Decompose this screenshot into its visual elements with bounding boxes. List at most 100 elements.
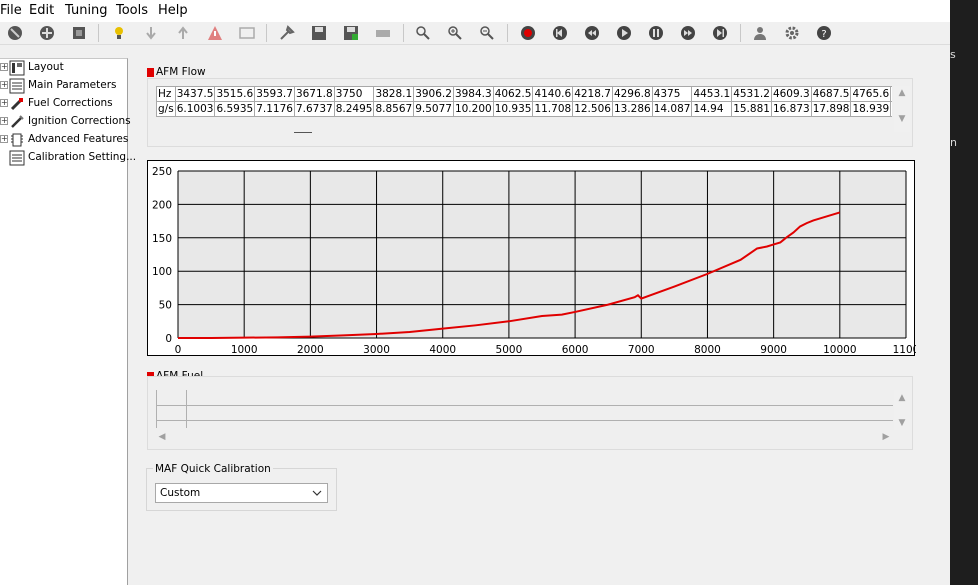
table-cell-hz[interactable]: 4296.8 [611, 86, 653, 102]
table-cell-gs[interactable]: 16.873 [770, 101, 812, 117]
expand-icon[interactable]: + [0, 99, 8, 107]
rewind-icon[interactable] [584, 25, 600, 41]
afm-fuel-table[interactable] [156, 390, 893, 428]
arrow-up-icon[interactable] [175, 25, 191, 41]
scroll-down-icon[interactable]: ▼ [896, 418, 908, 428]
bulb-icon[interactable] [111, 25, 127, 41]
table-cell-gs[interactable]: 6.1003 [174, 101, 216, 117]
sidebar-item-label: Main Parameters [28, 79, 117, 91]
device-icon[interactable] [375, 25, 391, 41]
zoom-icon[interactable] [415, 25, 431, 41]
table-cell-hz[interactable]: 4218.7 [572, 86, 613, 102]
help-icon[interactable]: ? [816, 25, 832, 41]
menu-file[interactable]: File [0, 3, 22, 18]
afm-flow-vscroll[interactable]: ▲ ▼ [894, 86, 910, 132]
resize-handle[interactable] [294, 132, 312, 133]
table-cell-gs[interactable]: 11.708 [532, 101, 574, 117]
table-cell-gs[interactable]: 17.898 [810, 101, 852, 117]
chip-icon[interactable] [71, 25, 87, 41]
table-cell-hz[interactable]: 3828.1 [373, 86, 415, 102]
menu-edit[interactable]: Edit [29, 3, 54, 18]
table-cell-hz[interactable]: 4375 [651, 86, 693, 102]
y-tick-label: 50 [159, 300, 172, 312]
afm-flow-table[interactable]: Hz 3437.5 3515.6 3593.7 3671.8 3750 3828.1 390… [156, 86, 892, 117]
table-cell-gs[interactable]: 8.2495 [333, 101, 375, 117]
table-cell-hz[interactable]: 3906.2 [413, 86, 454, 102]
table-cell-gs[interactable]: 9.5077 [413, 101, 454, 117]
warning-icon[interactable] [207, 25, 223, 41]
play-icon[interactable] [616, 25, 632, 41]
table-cell-hz[interactable]: 3593.7 [254, 86, 295, 102]
fast-forward-icon[interactable] [680, 25, 696, 41]
parameters-icon [9, 78, 25, 94]
table-cell-gs[interactable]: 10.200 [452, 101, 494, 117]
table-cell-gs[interactable]: 7.6737 [293, 101, 335, 117]
tools-icon[interactable] [279, 25, 295, 41]
row-label-gs: g/s [156, 101, 176, 117]
zoom-in-icon[interactable] [447, 25, 463, 41]
menu-tuning[interactable]: Tuning [65, 3, 108, 18]
table-cell-hz[interactable]: 4843.7 [890, 86, 892, 102]
x-tick-label: 2000 [297, 344, 324, 356]
maf-quick-calibration-label: MAF Quick Calibration [153, 463, 273, 475]
window-icon[interactable] [239, 25, 255, 41]
table-cell-gs[interactable]: 7.1176 [254, 101, 295, 117]
scroll-up-icon[interactable]: ▲ [896, 393, 908, 403]
sidebar-tree: + Layout + Main Parameters + Fuel Correc… [0, 58, 136, 585]
table-cell-hz[interactable]: 3437.5 [174, 86, 216, 102]
scroll-down-icon[interactable]: ▼ [896, 114, 908, 124]
arrow-down-icon[interactable] [143, 25, 159, 41]
menu-tools[interactable]: Tools [116, 3, 148, 18]
skip-forward-icon[interactable] [712, 25, 728, 41]
maf-calibration-select[interactable]: Custom [155, 483, 328, 503]
afm-fuel-hscroll[interactable]: ◀ ▶ [156, 430, 892, 444]
table-row-gs: g/s 6.1003 6.5935 7.1176 7.6737 8.2495 8.8567… [156, 101, 892, 117]
table-cell-gs[interactable]: 15.881 [731, 101, 772, 117]
table-cell-hz[interactable]: 4765.6 [850, 86, 892, 102]
table-cell-hz[interactable]: 4609.3 [770, 86, 812, 102]
zoom-out-icon[interactable] [479, 25, 495, 41]
table-cell-hz[interactable]: 3671.8 [293, 86, 335, 102]
table-cell-hz[interactable]: 3515.6 [214, 86, 256, 102]
save-icon[interactable] [311, 25, 327, 41]
table-cell-hz[interactable]: 4687.5 [810, 86, 852, 102]
scroll-left-icon[interactable]: ◀ [156, 432, 168, 442]
table-cell-gs[interactable]: 12.506 [572, 101, 613, 117]
record-icon[interactable] [520, 25, 536, 41]
y-tick-label: 250 [152, 166, 172, 178]
x-tick-label: 0 [175, 344, 182, 356]
expand-icon[interactable]: + [0, 135, 8, 143]
table-cell-gs[interactable]: 6.5935 [214, 101, 256, 117]
x-tick-label: 1000 [231, 344, 258, 356]
expand-icon[interactable]: + [0, 81, 8, 89]
table-cell-hz[interactable]: 4531.2 [731, 86, 772, 102]
y-tick-label: 150 [152, 233, 172, 245]
chip-icon [11, 133, 23, 147]
afm-fuel-vscroll[interactable]: ▲ ▼ [894, 390, 910, 430]
table-cell-hz[interactable]: 3984.3 [452, 86, 494, 102]
gear-icon[interactable] [784, 25, 800, 41]
user-icon[interactable] [752, 25, 768, 41]
x-tick-label: 7000 [628, 344, 655, 356]
table-cell-gs[interactable]: 14.087 [651, 101, 693, 117]
table-cell-hz[interactable]: 4062.5 [492, 86, 534, 102]
pause-icon[interactable] [648, 25, 664, 41]
table-cell-gs[interactable]: 14.94 [691, 101, 733, 117]
connect-icon[interactable] [39, 25, 55, 41]
scroll-right-icon[interactable]: ▶ [880, 432, 892, 442]
table-cell-gs[interactable]: 20.014 [890, 101, 892, 117]
disconnect-icon[interactable] [7, 25, 23, 41]
table-cell-gs[interactable]: 8.8567 [373, 101, 415, 117]
expand-icon[interactable]: + [0, 63, 8, 71]
expand-icon[interactable]: + [0, 117, 8, 125]
save-as-icon[interactable] [343, 25, 359, 41]
table-cell-hz[interactable]: 3750 [333, 86, 375, 102]
table-cell-hz[interactable]: 4453.1 [691, 86, 733, 102]
scroll-up-icon[interactable]: ▲ [896, 88, 908, 98]
menu-help[interactable]: Help [158, 3, 188, 18]
table-cell-gs[interactable]: 13.286 [611, 101, 653, 117]
table-cell-gs[interactable]: 10.935 [492, 101, 534, 117]
skip-back-icon[interactable] [552, 25, 568, 41]
table-cell-hz[interactable]: 4140.6 [532, 86, 574, 102]
table-cell-gs[interactable]: 18.939 [850, 101, 892, 117]
